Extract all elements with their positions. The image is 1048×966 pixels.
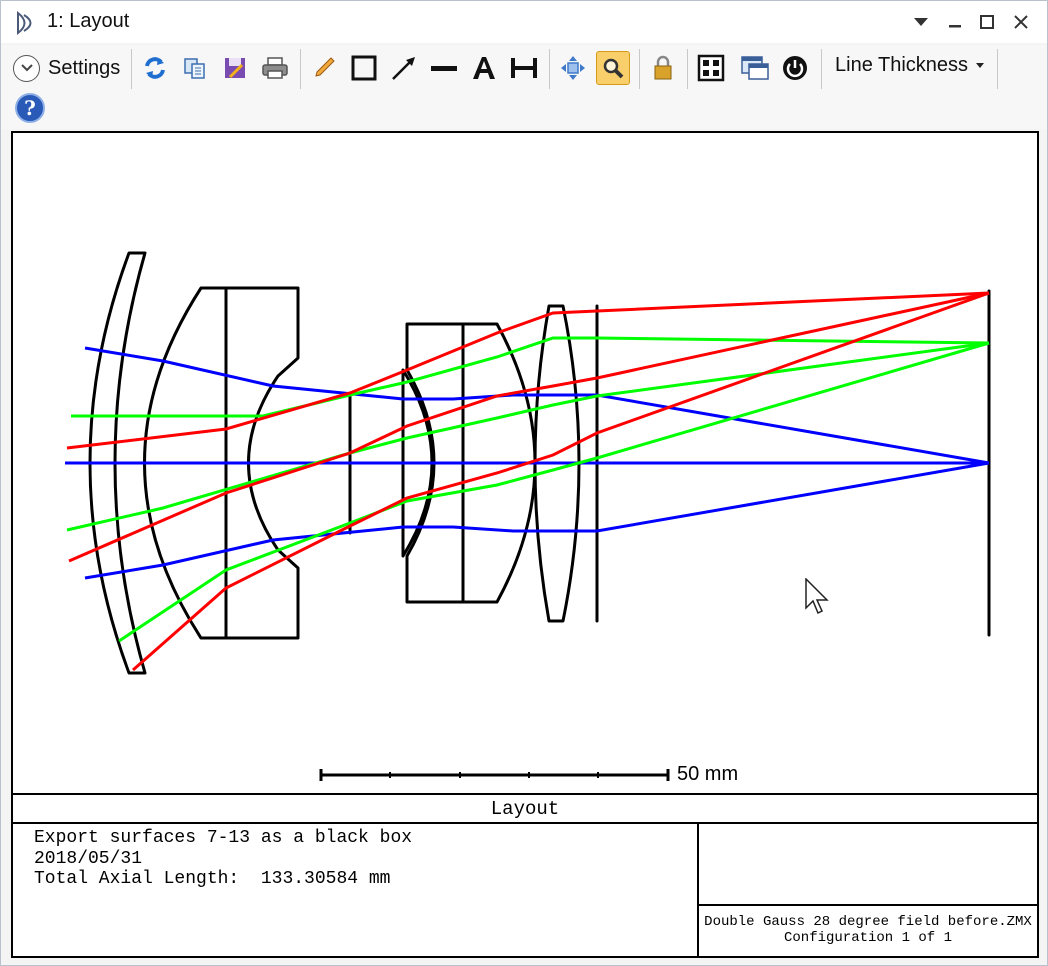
line-thickness-dropdown[interactable]: Line Thickness — [835, 54, 985, 77]
close-button[interactable] — [1007, 7, 1035, 37]
app-logo-icon — [17, 10, 32, 36]
window-icon — [741, 56, 769, 80]
caret-down-icon — [976, 63, 985, 68]
toolbar-separator — [821, 49, 822, 89]
maximize-button[interactable] — [973, 7, 1001, 37]
info-blank-cell — [699, 824, 1037, 906]
rectangle-icon — [351, 55, 377, 81]
line-icon — [431, 66, 457, 71]
print-button[interactable] — [258, 51, 292, 85]
toolbar-separator — [300, 49, 301, 89]
window-menu-button[interactable] — [907, 7, 935, 37]
configuration-label: Configuration 1 of 1 — [783, 930, 953, 946]
ray-green-bottom — [118, 341, 990, 643]
info-line: 2018/05/31 — [34, 848, 143, 869]
rectangle-button[interactable] — [347, 51, 381, 85]
power-icon — [783, 56, 807, 80]
layout-plot-area[interactable]: 50 mm — [13, 133, 1037, 793]
plot-info-text: Export surfaces 7-13 as a black box 2018/… — [13, 824, 699, 956]
lock-icon — [654, 55, 672, 80]
settings-button[interactable]: Settings — [13, 52, 120, 84]
toolbar-separator — [131, 49, 132, 89]
toolbar-separator — [687, 49, 688, 89]
pencil-icon — [315, 57, 335, 77]
scale-bar — [319, 769, 670, 781]
file-name: Double Gauss 28 degree field before.ZMX — [704, 914, 1032, 930]
save-button[interactable] — [218, 51, 252, 85]
info-line: Export surfaces 7-13 as a black box — [34, 828, 413, 848]
text-button[interactable] — [467, 51, 501, 85]
save-icon — [225, 58, 245, 79]
help-button[interactable]: ? — [15, 93, 45, 123]
lens-layout-drawing — [65, 251, 991, 781]
arrow-line-button[interactable] — [387, 51, 421, 85]
maximize-icon — [980, 15, 994, 29]
toolbar: Settings Line Thickness ? — [1, 45, 1047, 129]
plot-caption: Layout — [13, 793, 1037, 824]
layout-window: 1: Layout Settings Line Thickness ? 50 m… — [0, 0, 1048, 966]
copy-icon — [184, 58, 205, 79]
toolbar-separator — [639, 49, 640, 89]
print-icon — [262, 57, 288, 79]
arrow-line-icon — [392, 57, 415, 80]
copy-button[interactable] — [178, 51, 212, 85]
text-icon — [473, 57, 495, 79]
line-button[interactable] — [427, 51, 461, 85]
minimize-button[interactable] — [941, 7, 969, 37]
ray-traces — [65, 291, 990, 672]
pencil-button[interactable] — [307, 51, 341, 85]
title-bar[interactable]: 1: Layout — [1, 1, 1047, 43]
minimize-icon — [949, 25, 961, 28]
mouse-cursor-icon — [805, 578, 829, 615]
window-title: 1: Layout — [47, 10, 130, 32]
zoom-button[interactable] — [596, 51, 630, 85]
fit-icon — [697, 54, 725, 82]
scale-bar-label: 50 mm — [677, 763, 739, 785]
pan-button[interactable] — [556, 51, 590, 85]
toolbar-separator — [549, 49, 550, 89]
file-info: Double Gauss 28 degree field before.ZMX … — [699, 906, 1037, 956]
fit-button[interactable] — [694, 51, 728, 85]
line-thickness-label: Line Thickness — [835, 54, 969, 76]
layout-plot-frame: 50 mm Layout Export surfaces 7-13 as a b… — [11, 131, 1039, 958]
ray-green-top — [71, 336, 990, 418]
dimension-button[interactable] — [507, 51, 541, 85]
toolbar-separator — [997, 49, 998, 89]
close-icon — [1014, 15, 1028, 29]
pan-icon — [561, 56, 585, 80]
refresh-icon — [145, 57, 165, 79]
lock-button[interactable] — [646, 51, 680, 85]
auto-update-button[interactable] — [778, 51, 812, 85]
dimension-icon — [511, 58, 537, 78]
help-icon: ? — [24, 96, 36, 120]
info-line: Total Axial Length: 133.30584 mm — [34, 869, 391, 889]
chevron-down-circle-icon — [13, 54, 40, 82]
settings-label: Settings — [48, 56, 121, 79]
refresh-button[interactable] — [138, 51, 172, 85]
zoom-icon — [603, 58, 624, 79]
new-window-button[interactable] — [738, 51, 772, 85]
chevron-down-icon — [914, 18, 928, 26]
